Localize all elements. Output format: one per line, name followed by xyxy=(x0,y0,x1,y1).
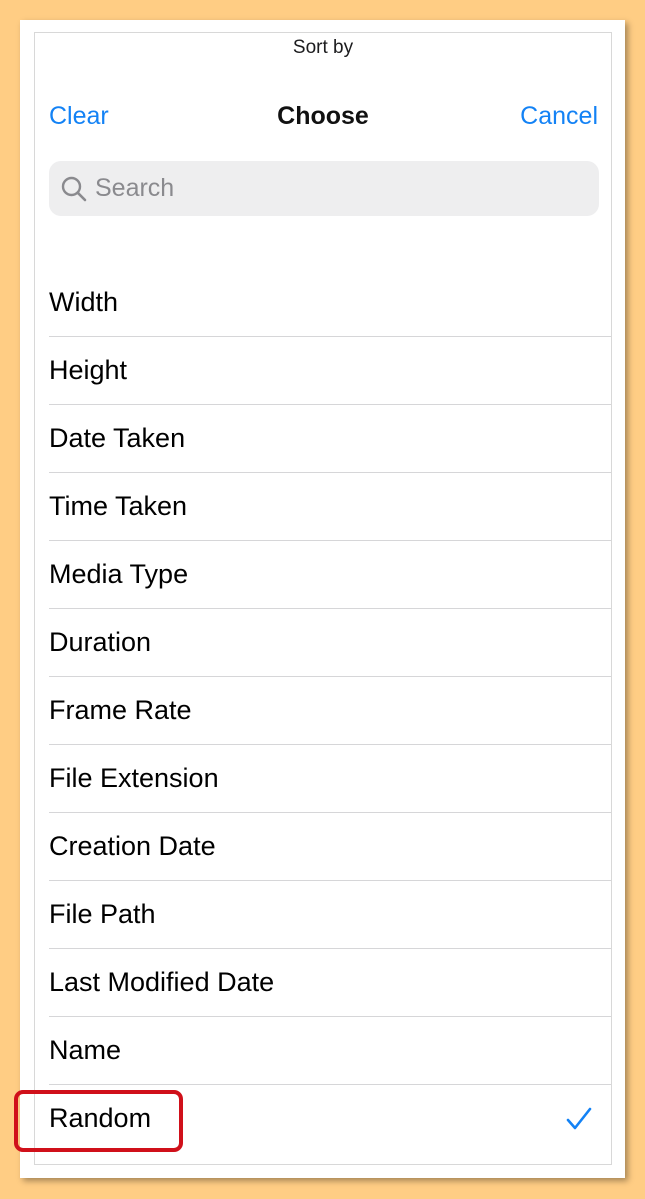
list-item-random[interactable]: Random xyxy=(35,1085,611,1153)
list-item-width[interactable]: Width xyxy=(35,269,611,337)
search-bar[interactable] xyxy=(49,161,599,216)
list-item-label: Date Taken xyxy=(49,423,186,453)
list-item-frame-rate[interactable]: Frame Rate xyxy=(35,677,611,745)
search-input[interactable] xyxy=(95,161,585,216)
cancel-button[interactable]: Cancel xyxy=(520,102,598,131)
sheet-prompt: Sort by xyxy=(292,37,354,58)
list-item-label: Name xyxy=(49,1035,122,1065)
list-item-label: Height xyxy=(49,355,128,385)
search-icon xyxy=(61,176,87,202)
list-item-duration[interactable]: Duration xyxy=(35,609,611,677)
options-list: Width Height Date Taken Time Taken Media… xyxy=(35,269,611,1153)
list-item-last-modified-date[interactable]: Last Modified Date xyxy=(35,949,611,1017)
list-item-file-extension[interactable]: File Extension xyxy=(35,745,611,813)
list-item-media-type[interactable]: Media Type xyxy=(35,541,611,609)
list-item-label: Time Taken xyxy=(49,491,188,521)
checkmark-icon xyxy=(566,1107,592,1130)
navigation-bar: Clear Choose Cancel xyxy=(35,99,611,135)
list-item-label: Last Modified Date xyxy=(49,967,275,997)
list-item-label: File Path xyxy=(49,899,156,929)
list-item-time-taken[interactable]: Time Taken xyxy=(35,473,611,541)
list-item-file-path[interactable]: File Path xyxy=(35,881,611,949)
list-item-date-taken[interactable]: Date Taken xyxy=(35,405,611,473)
list-item-height[interactable]: Height xyxy=(35,337,611,405)
list-item-label: Width xyxy=(49,287,119,317)
list-item-name[interactable]: Name xyxy=(35,1017,611,1085)
list-item-creation-date[interactable]: Creation Date xyxy=(35,813,611,881)
list-item-label: Duration xyxy=(49,627,152,657)
list-item-label: Random xyxy=(49,1103,152,1133)
list-item-label: Creation Date xyxy=(49,831,216,861)
list-item-label: Media Type xyxy=(49,559,189,589)
list-item-label: Frame Rate xyxy=(49,695,192,725)
list-item-label: File Extension xyxy=(49,763,219,793)
picker-sheet: Sort by Clear Choose Cancel Width Height… xyxy=(34,32,612,1165)
